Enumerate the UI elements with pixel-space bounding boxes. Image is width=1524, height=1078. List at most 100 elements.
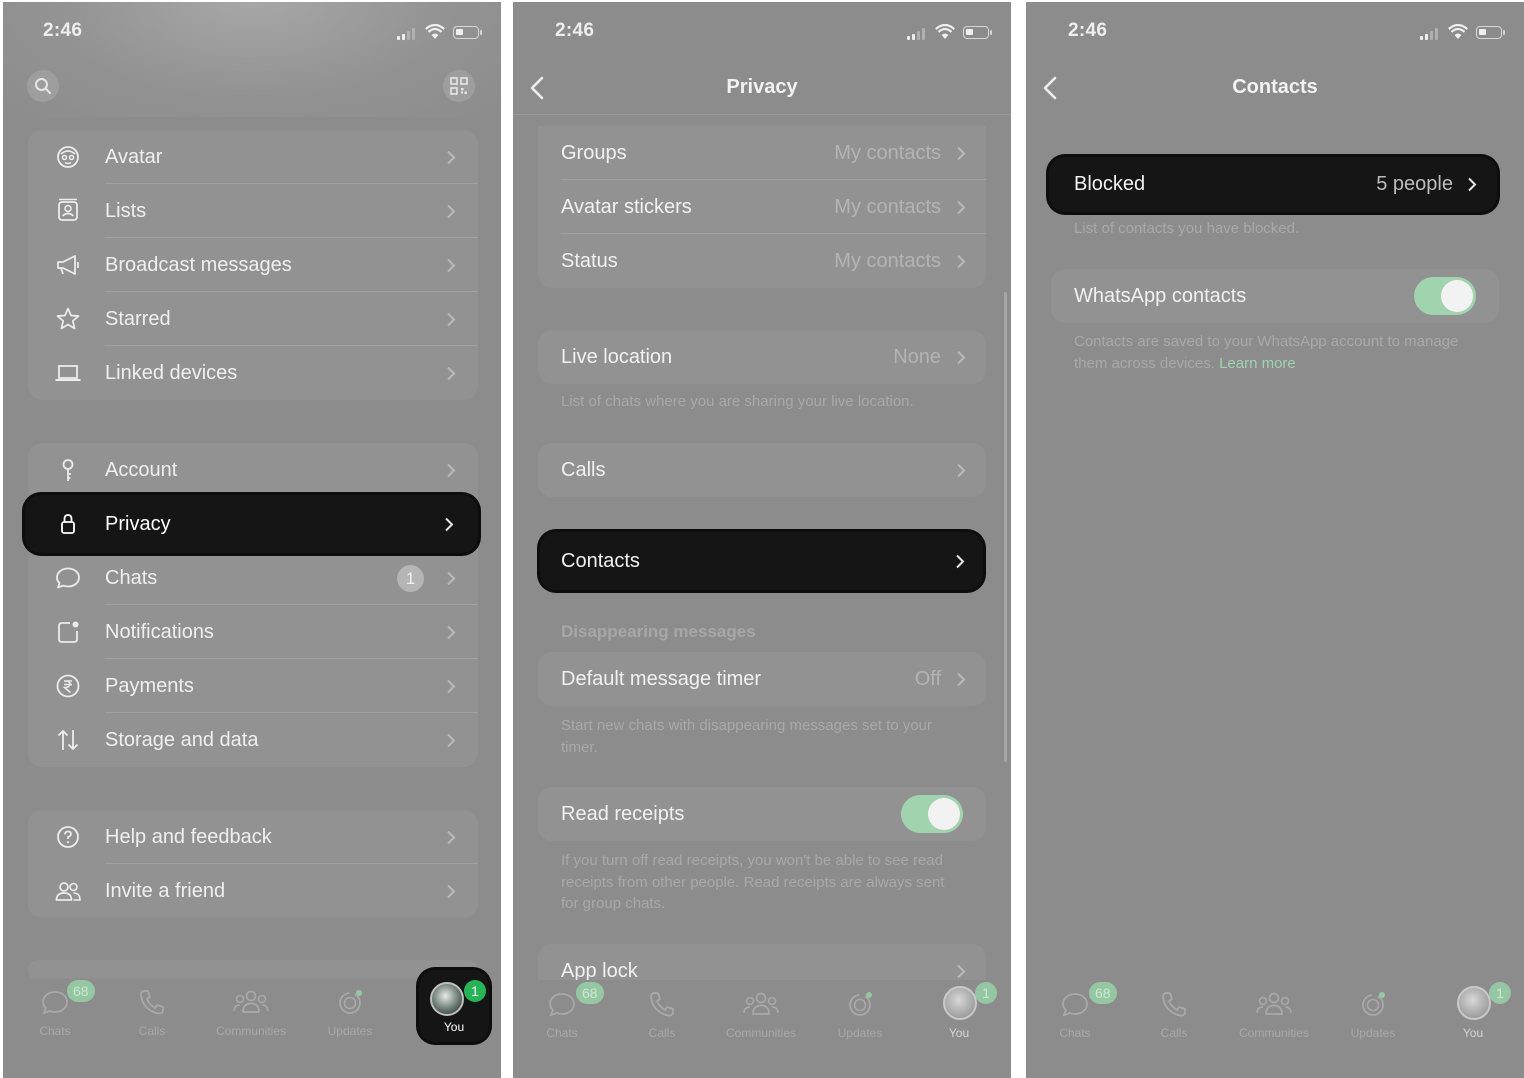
- settings-row-label: Storage and data: [105, 729, 259, 751]
- learn-more-link[interactable]: Learn more: [1219, 355, 1296, 372]
- live-location-note: List of chats where you are sharing your…: [561, 393, 914, 410]
- chevron-right-icon: [447, 366, 456, 381]
- tab-updates[interactable]: Updates: [1335, 988, 1411, 1058]
- settings-row-chats[interactable]: Chats 1: [28, 551, 478, 605]
- tab-calls[interactable]: Calls: [114, 986, 190, 1056]
- settings-row-label: Starred: [105, 308, 171, 330]
- settings-row-privacy[interactable]: Privacy: [25, 495, 478, 553]
- row-label: Calls: [561, 459, 606, 481]
- settings-row-avatar[interactable]: Avatar: [28, 130, 478, 184]
- settings-group-tools: Avatar Lists Broadcast messages Starred …: [28, 130, 478, 400]
- privacy-row-contacts[interactable]: Contacts: [540, 532, 983, 590]
- tab-calls[interactable]: Calls: [624, 988, 700, 1058]
- settings-row-linked-devices[interactable]: Linked devices: [28, 346, 478, 400]
- phone-icon: [650, 992, 674, 1017]
- tab-chats[interactable]: 68 Chats: [524, 982, 604, 1058]
- row-label: Blocked: [1074, 173, 1146, 195]
- chevron-right-icon: [957, 146, 966, 161]
- read-receipts-toggle[interactable]: [901, 795, 963, 833]
- unread-badge: 1: [397, 565, 424, 592]
- settings-group-main: Account Chats 1 Notifications Payments S…: [28, 443, 478, 767]
- chats-unread-badge: 68: [67, 980, 95, 1002]
- you-notification-badge: 1: [975, 982, 997, 1004]
- privacy-row-calls[interactable]: Calls: [538, 443, 986, 497]
- privacy-header: Privacy: [513, 64, 1011, 114]
- row-label: Read receipts: [561, 803, 685, 825]
- live-location-group: Live location None: [538, 330, 986, 384]
- laptop-icon: [55, 365, 81, 381]
- row-value: None: [893, 346, 941, 368]
- settings-row-help[interactable]: Help and feedback: [28, 810, 478, 864]
- profile-avatar: [430, 982, 464, 1016]
- row-value: 5 people: [1376, 173, 1453, 195]
- settings-row-payments[interactable]: Payments: [28, 659, 478, 713]
- settings-row-label: Broadcast messages: [105, 254, 292, 276]
- status-time: 2:46: [1068, 20, 1108, 41]
- help-icon: [57, 826, 79, 848]
- status-bar: 2:46: [43, 20, 482, 44]
- cellular-signal-icon: [397, 28, 419, 40]
- tab-chats[interactable]: 68 Chats: [1037, 982, 1117, 1058]
- contacts-header: Contacts: [1026, 64, 1524, 114]
- privacy-row-status[interactable]: Status My contacts: [538, 234, 986, 288]
- privacy-row-live-location[interactable]: Live location None: [538, 330, 986, 384]
- tab-you[interactable]: 1 You: [921, 982, 997, 1058]
- search-icon: [35, 78, 52, 95]
- chevron-right-icon: [447, 204, 456, 219]
- disappearing-group: Default message timer Off: [538, 652, 986, 706]
- profile-avatar: [1457, 986, 1491, 1020]
- search-button[interactable]: [27, 70, 59, 102]
- tab-communities[interactable]: Communities: [213, 986, 289, 1056]
- tab-updates[interactable]: Updates: [312, 986, 388, 1056]
- settings-row-lists[interactable]: Lists: [28, 184, 478, 238]
- settings-row-invite[interactable]: Invite a friend: [28, 864, 478, 918]
- chevron-right-icon: [956, 554, 965, 569]
- settings-row-label: Linked devices: [105, 362, 238, 384]
- chevron-right-icon: [447, 571, 456, 586]
- tab-communities[interactable]: Communities: [1236, 988, 1312, 1058]
- settings-row-broadcast[interactable]: Broadcast messages: [28, 238, 478, 292]
- tab-communities[interactable]: Communities: [723, 988, 799, 1058]
- settings-row-notifications[interactable]: Notifications: [28, 605, 478, 659]
- who-can-see-group: Groups My contacts Avatar stickers My co…: [538, 126, 986, 288]
- chevron-right-icon: [957, 350, 966, 365]
- settings-row-starred[interactable]: Starred: [28, 292, 478, 346]
- row-value: Off: [914, 668, 941, 690]
- section-heading-disappearing: Disappearing messages: [561, 622, 756, 641]
- tab-label: Communities: [725, 1026, 797, 1040]
- tab-updates[interactable]: Updates: [822, 988, 898, 1058]
- chevron-right-icon: [957, 964, 966, 979]
- whatsapp-contacts-toggle[interactable]: [1414, 277, 1476, 315]
- privacy-row-avatar-stickers[interactable]: Avatar stickers My contacts: [538, 180, 986, 234]
- page-title: Contacts: [1232, 76, 1318, 98]
- settings-row-account[interactable]: Account: [28, 443, 478, 497]
- privacy-row-default-timer[interactable]: Default message timer Off: [538, 652, 986, 706]
- row-label: Live location: [561, 346, 673, 368]
- chevron-right-icon: [957, 200, 966, 215]
- row-label: Default message timer: [561, 668, 762, 690]
- battery-icon: [453, 26, 482, 39]
- tab-calls[interactable]: Calls: [1136, 988, 1212, 1058]
- tab-you[interactable]: 1 You: [1435, 982, 1511, 1058]
- settings-row-storage[interactable]: Storage and data: [28, 713, 478, 767]
- contacts-row-blocked[interactable]: Blocked 5 people: [1049, 157, 1497, 212]
- privacy-row-groups[interactable]: Groups My contacts: [538, 126, 986, 180]
- calls-group: Calls: [538, 443, 986, 497]
- chats-unread-badge: 68: [1089, 982, 1117, 1004]
- row-label: Groups: [561, 142, 627, 164]
- chevron-right-icon: [447, 625, 456, 640]
- scrollbar[interactable]: [1004, 292, 1007, 762]
- wifi-icon: [425, 24, 445, 39]
- status-bar: 2:46: [555, 20, 992, 44]
- tab-chats[interactable]: 68 Chats: [17, 980, 95, 1056]
- battery-icon: [1476, 26, 1505, 39]
- blocked-note: List of contacts you have blocked.: [1074, 220, 1300, 237]
- whatsapp-contacts-note: Contacts are saved to your WhatsApp acco…: [1074, 331, 1474, 374]
- status-time: 2:46: [555, 20, 595, 41]
- qr-code-button[interactable]: [443, 70, 475, 102]
- communities-icon: [1256, 992, 1292, 1015]
- tab-label: Updates: [837, 1026, 883, 1040]
- tab-you[interactable]: 1 You: [419, 970, 489, 1042]
- status-bar: 2:46: [1068, 20, 1505, 44]
- tab-label: Communities: [215, 1024, 287, 1038]
